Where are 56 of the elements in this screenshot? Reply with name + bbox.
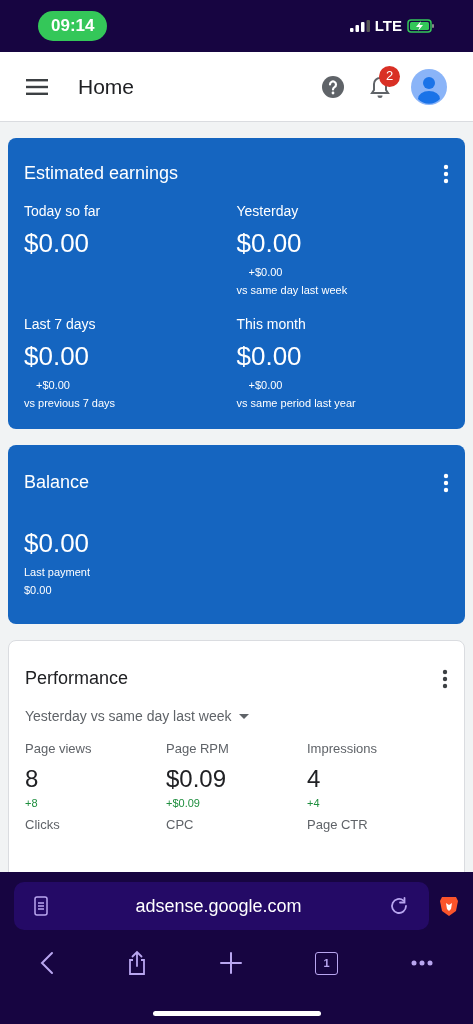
metric-change: +4: [307, 795, 320, 811]
change-value: +$0.00: [36, 378, 70, 393]
more-options-icon[interactable]: [443, 163, 449, 184]
notification-count: 2: [379, 65, 400, 87]
caret-icon: [239, 714, 250, 719]
balance-amount: $0.00: [24, 527, 90, 560]
network-label: LTE: [374, 15, 402, 36]
earnings-amount: $0.00: [236, 340, 303, 373]
menu-icon[interactable]: [26, 78, 48, 95]
avatar-icon[interactable]: [411, 68, 447, 105]
metric-label: Page views: [25, 740, 92, 758]
last-payment-amount: $0.00: [24, 582, 52, 598]
earnings-amount: $0.00: [24, 340, 91, 373]
card-title: Performance: [25, 667, 129, 690]
new-tab-icon[interactable]: [220, 952, 242, 974]
clock-time: 09:14: [38, 11, 108, 41]
change-value: +$0.00: [248, 265, 283, 280]
more-options-icon[interactable]: [443, 472, 449, 493]
metric-label: CPC: [166, 816, 194, 834]
address-bar[interactable]: adsense.google.com: [14, 882, 429, 930]
earnings-amount: $0.00: [236, 227, 303, 260]
card-title: Balance: [24, 471, 90, 494]
signal-icon: [349, 20, 370, 32]
comparison-text: vs same day last week: [236, 282, 348, 298]
more-icon[interactable]: [411, 960, 433, 966]
period-label: This month: [236, 315, 307, 334]
metric-change: +8: [25, 795, 38, 811]
period-label: Last 7 days: [24, 315, 97, 334]
metric-change: +$0.09: [166, 795, 200, 811]
change-value: +$0.00: [248, 378, 283, 393]
metric-value: $0.09: [166, 763, 227, 794]
tab-count-button[interactable]: 1: [315, 951, 338, 975]
lion-shield-icon[interactable]: [439, 895, 459, 917]
reload-icon[interactable]: [389, 896, 409, 916]
period-label: Yesterday: [236, 202, 300, 221]
battery-charging-icon: [407, 19, 435, 33]
comparison-text: vs same period last year: [236, 395, 356, 411]
period-label: Today so far: [24, 202, 102, 221]
metric-value: 4: [307, 763, 321, 794]
metric-label: Clicks: [25, 816, 60, 834]
card-title: Estimated earnings: [24, 162, 179, 185]
last-payment-label: Last payment: [24, 565, 91, 580]
metric-label: Page RPM: [166, 740, 229, 758]
more-options-icon[interactable]: [442, 668, 448, 689]
help-icon[interactable]: [321, 74, 345, 99]
range-dropdown[interactable]: Yesterday vs same day last week: [25, 706, 250, 727]
metric-value: 8: [25, 763, 39, 794]
comparison-text: vs previous 7 days: [24, 395, 116, 411]
back-icon[interactable]: [40, 951, 54, 975]
metric-label: Page CTR: [307, 816, 368, 834]
earnings-amount: $0.00: [24, 227, 91, 260]
share-icon[interactable]: [127, 950, 147, 976]
page-icon[interactable]: [34, 896, 48, 916]
metric-label: Impressions: [307, 740, 378, 758]
url-text: adsense.google.com: [134, 894, 303, 918]
page-title: Home: [78, 73, 136, 100]
